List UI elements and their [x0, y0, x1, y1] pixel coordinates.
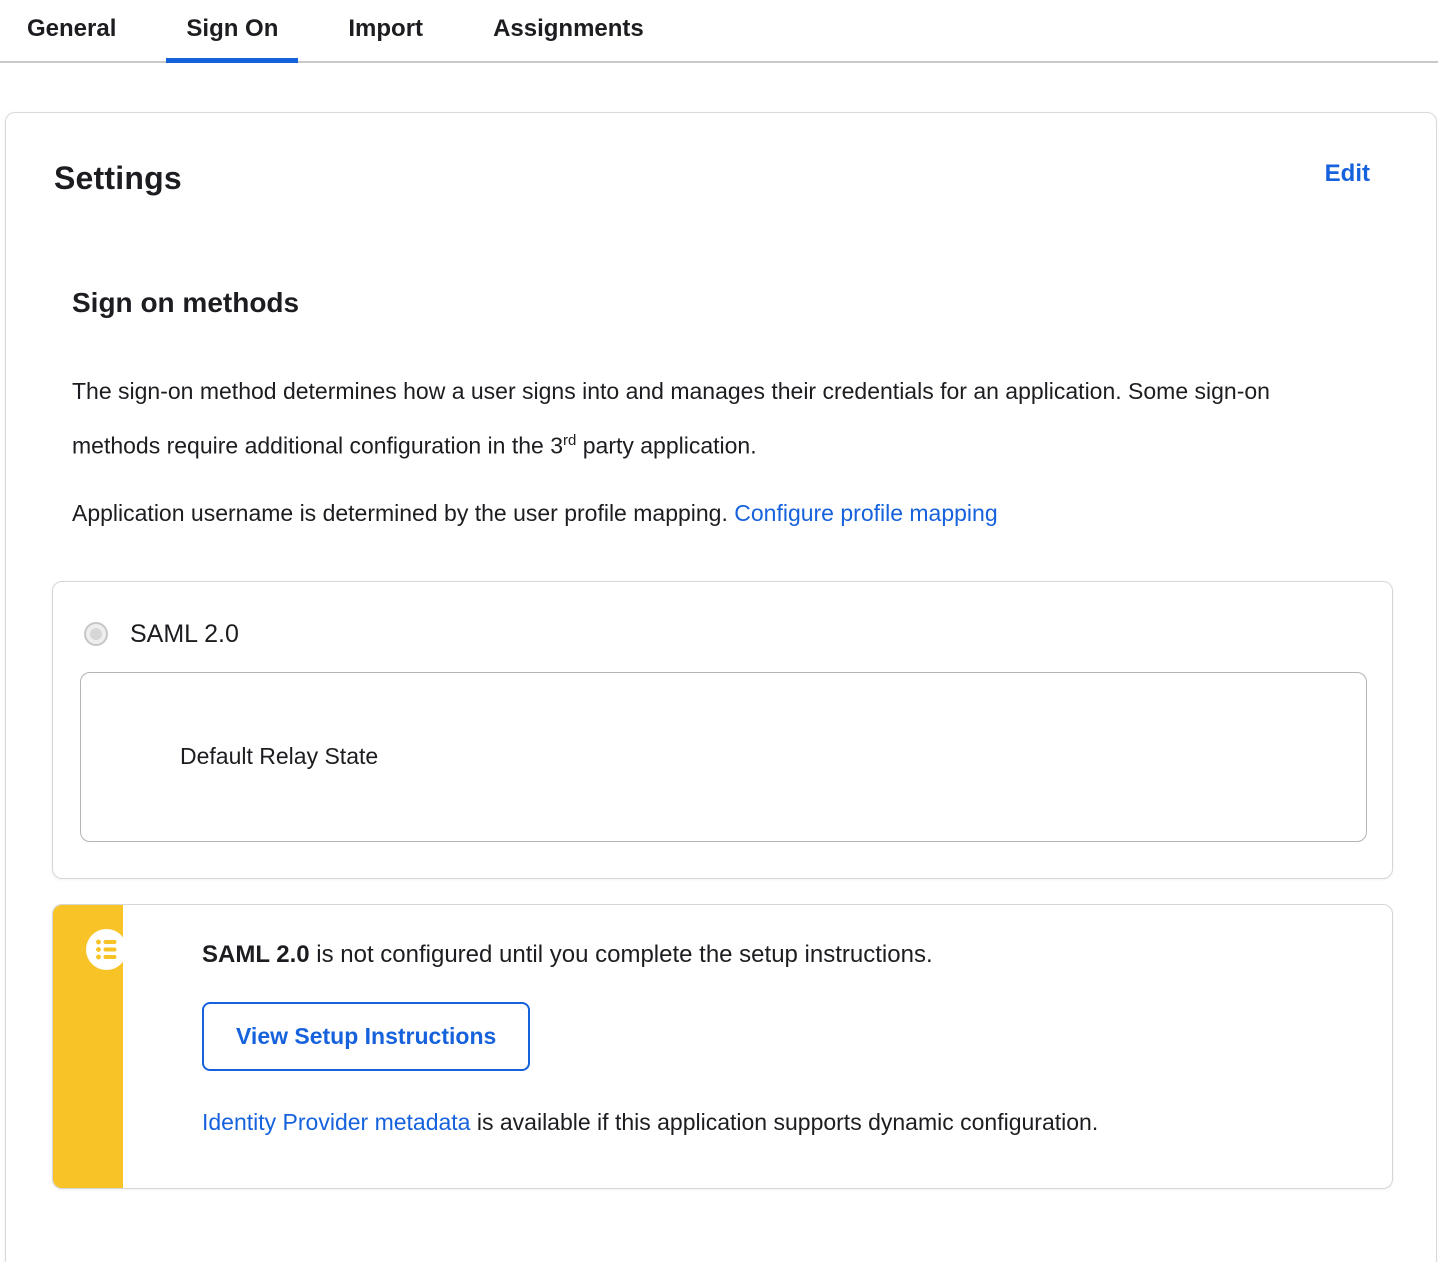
- bulleted-list-icon: [86, 928, 127, 970]
- tab-assignments[interactable]: Assignments: [473, 0, 664, 63]
- sign-on-methods-heading: Sign on methods: [72, 287, 300, 318]
- saml-caution-callout: SAML 2.0 is not configured until you com…: [52, 903, 1393, 1189]
- caution-message-text: is not configured until you complete the…: [309, 940, 933, 968]
- default-relay-state-box: Default Relay State: [80, 671, 1367, 842]
- identity-provider-metadata-link[interactable]: Identity Provider metadata: [202, 1109, 470, 1135]
- view-setup-instructions-button[interactable]: View Setup Instructions: [202, 1001, 531, 1071]
- default-relay-state-label: Default Relay State: [180, 743, 379, 770]
- username-mapping-note: Application username is determined by th…: [72, 493, 1388, 533]
- tab-import[interactable]: Import: [328, 0, 443, 63]
- tab-general[interactable]: General: [7, 0, 136, 63]
- caution-message: SAML 2.0 is not configured until you com…: [202, 938, 1352, 972]
- edit-link[interactable]: Edit: [1325, 160, 1370, 188]
- description-superscript: rd: [563, 432, 577, 449]
- caution-callout-body: SAML 2.0 is not configured until you com…: [123, 905, 1392, 1136]
- settings-card: Settings Edit Sign on methods The sign-o…: [5, 112, 1437, 1262]
- settings-card-header: Settings Edit: [6, 160, 1436, 197]
- saml-radio-row: SAML 2.0: [53, 582, 1392, 649]
- saml-radio-label: SAML 2.0: [130, 619, 239, 648]
- sign-on-methods-section: Sign on methods The sign-on method deter…: [6, 287, 1436, 533]
- tab-sign-on[interactable]: Sign On: [166, 0, 299, 63]
- metadata-note: Identity Provider metadata is available …: [202, 1109, 1352, 1136]
- radio-dot-icon: [90, 628, 102, 641]
- username-mapping-text: Application username is determined by th…: [72, 499, 735, 526]
- sign-on-method-description: The sign-on method determines how a user…: [72, 367, 1302, 471]
- app-tab-bar: General Sign On Import Assignments: [0, 0, 1438, 63]
- caution-app-name: SAML 2.0: [202, 940, 310, 968]
- page-title: Settings: [54, 160, 182, 196]
- saml-method-box: SAML 2.0 Default Relay State: [52, 580, 1393, 879]
- description-tail: party application.: [576, 432, 757, 459]
- configure-profile-mapping-link[interactable]: Configure profile mapping: [734, 500, 997, 526]
- saml-radio-button[interactable]: [84, 622, 108, 647]
- metadata-note-text: is available if this application support…: [470, 1108, 1099, 1135]
